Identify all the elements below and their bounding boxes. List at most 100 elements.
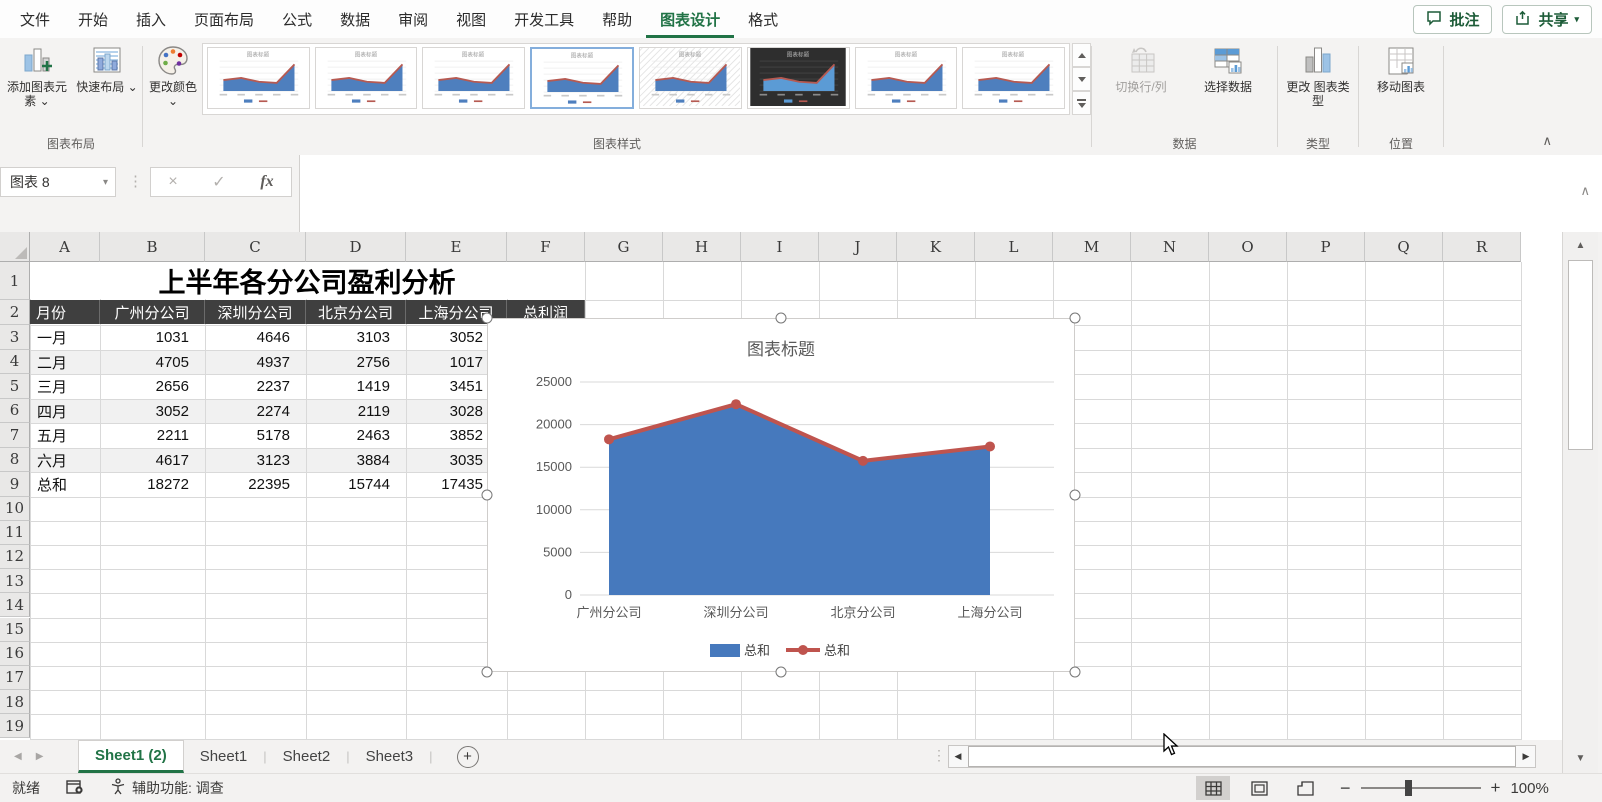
menu-tab-开发工具[interactable]: 开发工具	[500, 0, 588, 38]
menu-tab-数据[interactable]: 数据	[326, 0, 384, 38]
formula-input[interactable]	[299, 155, 1602, 232]
name-box-dropdown-icon[interactable]: ▾	[103, 177, 115, 188]
row-header-14[interactable]: 14	[0, 593, 30, 617]
cancel-button[interactable]: ×	[168, 173, 177, 191]
column-header-M[interactable]: M	[1053, 232, 1131, 262]
table-cell[interactable]: 22395	[206, 473, 306, 497]
table-cell[interactable]: 总和	[31, 473, 100, 497]
column-header-D[interactable]: D	[306, 232, 406, 262]
column-header-G[interactable]: G	[585, 232, 663, 262]
table-header-cell[interactable]: 深圳分公司	[205, 300, 306, 324]
table-cell[interactable]: 2211	[101, 424, 205, 448]
chart-style-thumb[interactable]: 图表标题	[315, 47, 418, 109]
chart-selection-handle[interactable]	[482, 313, 493, 324]
share-button[interactable]: 共享 ▾	[1502, 5, 1592, 34]
column-header-F[interactable]: F	[507, 232, 585, 262]
sheet-title-cell[interactable]: 上半年各分公司盈利分析	[30, 262, 584, 299]
row-header-10[interactable]: 10	[0, 497, 30, 521]
chart-style-thumb[interactable]: 图表标题	[639, 47, 742, 109]
table-cell[interactable]: 2237	[206, 375, 306, 399]
vertical-scrollbar[interactable]: ▲ ▼	[1562, 232, 1598, 773]
chart-selection-handle[interactable]	[482, 667, 493, 678]
sheet-nav-right-icon[interactable]: ▶	[36, 751, 44, 762]
menu-tab-图表设计[interactable]: 图表设计	[646, 0, 734, 38]
accessibility-status[interactable]: 辅助功能: 调查	[132, 778, 224, 798]
row-header-17[interactable]: 17	[0, 666, 30, 690]
row-header-7[interactable]: 7	[0, 423, 30, 448]
row-header-13[interactable]: 13	[0, 569, 30, 593]
column-header-B[interactable]: B	[100, 232, 205, 262]
row-header-19[interactable]: 19	[0, 714, 30, 738]
comments-button[interactable]: 批注	[1413, 5, 1492, 34]
gallery-more-button[interactable]	[1072, 91, 1091, 115]
page-layout-view-button[interactable]	[1242, 776, 1276, 800]
chart-style-thumb[interactable]: 图表标题	[422, 47, 525, 109]
table-cell[interactable]: 5178	[206, 424, 306, 448]
table-cell[interactable]: 3103	[307, 326, 406, 350]
chart-selection-handle[interactable]	[482, 490, 493, 501]
gallery-scroll-down[interactable]	[1072, 67, 1091, 91]
table-cell[interactable]: 4937	[206, 351, 306, 375]
table-cell[interactable]: 五月	[31, 424, 100, 448]
table-cell[interactable]: 六月	[31, 449, 100, 473]
sheet-tab-Sheet1[interactable]: Sheet1	[184, 740, 264, 773]
chart-style-thumb[interactable]: 图表标题	[530, 47, 634, 109]
menu-tab-文件[interactable]: 文件	[6, 0, 64, 38]
chart-style-thumb[interactable]: 图表标题	[207, 47, 310, 109]
chart-style-thumb[interactable]: 图表标题	[962, 47, 1065, 109]
table-cell[interactable]: 3123	[206, 449, 306, 473]
row-header-2[interactable]: 2	[0, 300, 30, 325]
sheet-tab-Sheet3[interactable]: Sheet3	[350, 740, 430, 773]
row-header-3[interactable]: 3	[0, 325, 30, 350]
table-cell[interactable]: 2119	[307, 400, 406, 424]
sheet-tab-Sheet2[interactable]: Sheet2	[267, 740, 347, 773]
row-header-5[interactable]: 5	[0, 374, 30, 399]
menu-tab-审阅[interactable]: 审阅	[384, 0, 442, 38]
tab-scrollbar-splitter[interactable]: ⋮	[932, 747, 946, 764]
chart-style-thumb[interactable]: 图表标题	[747, 47, 850, 109]
select-all-corner[interactable]	[0, 232, 30, 262]
row-header-18[interactable]: 18	[0, 690, 30, 714]
column-header-R[interactable]: R	[1443, 232, 1521, 262]
collapse-ribbon-icon[interactable]: ∧	[1542, 133, 1552, 149]
scroll-down-icon[interactable]: ▼	[1567, 747, 1594, 769]
formula-bar-expand-icon[interactable]: ∧	[1580, 183, 1590, 199]
formula-bar-splitter[interactable]: ⋮	[128, 172, 143, 190]
chart-selection-handle[interactable]	[1070, 313, 1081, 324]
chart-style-thumb[interactable]: 图表标题	[855, 47, 958, 109]
scroll-up-icon[interactable]: ▲	[1567, 234, 1594, 256]
table-cell[interactable]: 2756	[307, 351, 406, 375]
macro-record-icon[interactable]	[66, 779, 84, 798]
menu-tab-帮助[interactable]: 帮助	[588, 0, 646, 38]
column-header-E[interactable]: E	[406, 232, 507, 262]
column-header-P[interactable]: P	[1287, 232, 1365, 262]
chart-selection-handle[interactable]	[776, 667, 787, 678]
menu-tab-插入[interactable]: 插入	[122, 0, 180, 38]
table-cell[interactable]: 3052	[101, 400, 205, 424]
row-header-16[interactable]: 16	[0, 642, 30, 666]
chart-selection-handle[interactable]	[1070, 667, 1081, 678]
menu-tab-格式[interactable]: 格式	[734, 0, 792, 38]
page-break-view-button[interactable]	[1288, 776, 1322, 800]
column-header-O[interactable]: O	[1209, 232, 1287, 262]
table-cell[interactable]: 一月	[31, 326, 100, 350]
column-header-J[interactable]: J	[819, 232, 897, 262]
new-sheet-button[interactable]: +	[457, 746, 479, 768]
table-header-cell[interactable]: 广州分公司	[100, 300, 205, 324]
table-cell[interactable]: 3884	[307, 449, 406, 473]
table-cell[interactable]: 2274	[206, 400, 306, 424]
menu-tab-视图[interactable]: 视图	[442, 0, 500, 38]
quick-layout-button[interactable]: 快速布局 ⌄	[72, 42, 142, 136]
table-cell[interactable]: 三月	[31, 375, 100, 399]
row-header-12[interactable]: 12	[0, 545, 30, 569]
chart-selection-handle[interactable]	[1070, 490, 1081, 501]
switch-row-col-button[interactable]: 切换行/列	[1100, 42, 1182, 136]
sheet-tab-Sheet1 (2)[interactable]: Sheet1 (2)	[78, 740, 184, 773]
table-cell[interactable]: 2656	[101, 375, 205, 399]
table-cell[interactable]: 2463	[307, 424, 406, 448]
share-dropdown-icon[interactable]: ▾	[1574, 14, 1579, 25]
horizontal-scrollbar[interactable]: ◀ ▶	[948, 745, 1536, 768]
column-header-C[interactable]: C	[205, 232, 306, 262]
normal-view-button[interactable]	[1196, 776, 1230, 800]
row-header-4[interactable]: 4	[0, 350, 30, 375]
